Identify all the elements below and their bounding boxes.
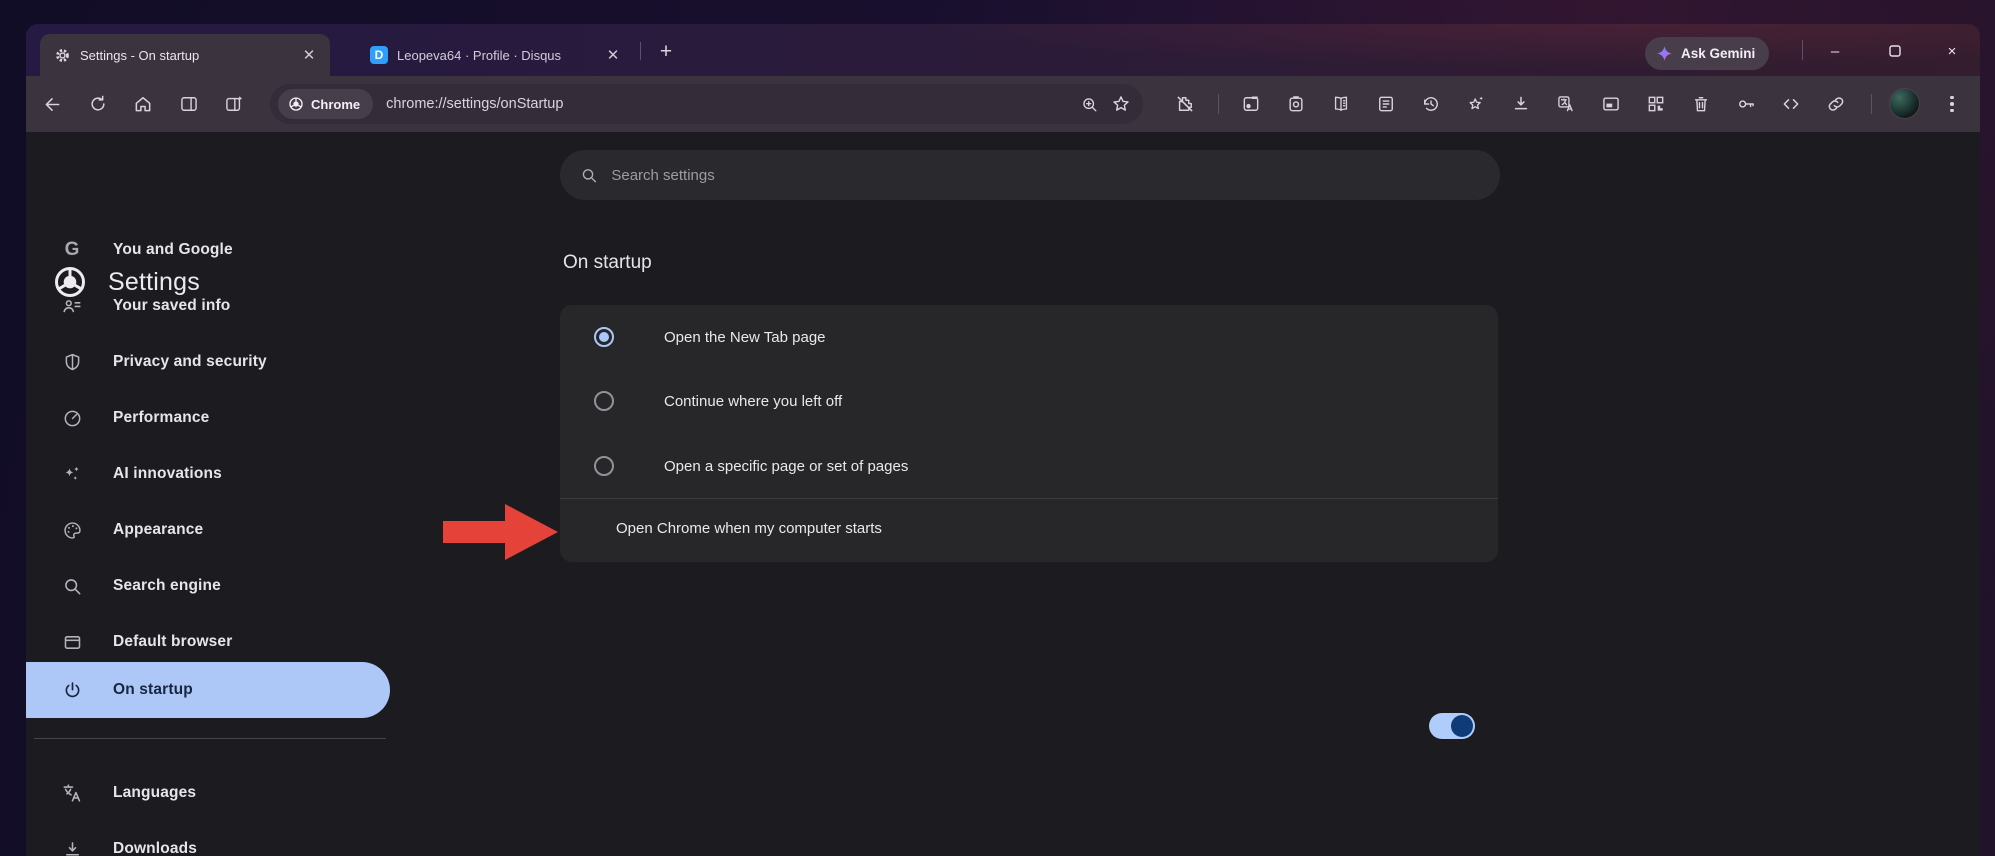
sidebar-item-search-engine[interactable]: Search engine <box>26 558 390 614</box>
tab-settings[interactable]: Settings - On startup ✕ <box>40 34 330 76</box>
toolbar-divider <box>1871 94 1872 114</box>
back-icon[interactable] <box>34 86 70 122</box>
disqus-icon: D <box>370 46 388 64</box>
toggle-on[interactable] <box>1429 713 1475 739</box>
sidebar-item-on-startup[interactable]: On startup <box>26 662 390 718</box>
delete-icon[interactable] <box>1683 86 1719 122</box>
gear-icon <box>54 47 71 64</box>
reading-list-icon[interactable] <box>1323 86 1359 122</box>
ask-gemini-button[interactable]: Ask Gemini <box>1645 37 1769 70</box>
option-open-new-tab[interactable]: Open the New Tab page <box>560 309 1498 365</box>
power-icon <box>59 680 85 701</box>
startup-options-card: Open the New Tab page Continue where you… <box>560 305 1498 562</box>
sidebar-item-languages[interactable]: Languages <box>26 765 390 821</box>
section-heading: On startup <box>563 252 652 274</box>
minimize-button[interactable]: – <box>1814 34 1856 68</box>
option-open-specific-pages[interactable]: Open a specific page or set of pages <box>560 438 1498 494</box>
tab-title: Settings - On startup <box>80 48 289 63</box>
home-icon[interactable] <box>125 86 161 122</box>
tab-title: Leopeva64 · Profile · Disqus <box>397 48 593 63</box>
ai-sparkle-icon <box>59 464 85 485</box>
maximize-button[interactable] <box>1874 34 1916 68</box>
saved-info-icon <box>59 295 85 317</box>
search-icon <box>580 166 598 185</box>
download-icon <box>59 839 85 856</box>
speedometer-icon <box>59 408 85 429</box>
qr-code-icon[interactable] <box>1638 86 1674 122</box>
translate-page-icon[interactable] <box>1548 86 1584 122</box>
site-chip[interactable]: Chrome <box>278 89 373 119</box>
bookmarks-sparkle-icon[interactable] <box>1458 86 1494 122</box>
downloads-tray-icon[interactable] <box>1503 86 1539 122</box>
picture-in-picture-icon[interactable] <box>1593 86 1629 122</box>
tab-capture-icon[interactable] <box>1233 86 1269 122</box>
tab-close-icon[interactable]: ✕ <box>602 44 624 66</box>
browser-window-icon <box>59 632 85 653</box>
tab-close-icon[interactable]: ✕ <box>298 44 320 66</box>
tab-strip: Settings - On startup ✕ D Leopeva64 · Pr… <box>26 24 1980 76</box>
settings-page: Settings G You and Google Your saved inf… <box>26 132 1980 856</box>
gemini-sparkle-icon <box>1656 45 1673 62</box>
caption-divider <box>1802 40 1803 60</box>
url-text[interactable]: chrome://settings/onStartup <box>386 96 1073 112</box>
passwords-key-icon[interactable] <box>1728 86 1764 122</box>
translate-icon <box>59 782 85 804</box>
open-chrome-on-startup-row[interactable]: Open Chrome when my computer starts <box>560 499 1498 562</box>
sidebar-item-you-and-google[interactable]: G You and Google <box>26 222 390 278</box>
option-continue-where-left-off[interactable]: Continue where you left off <box>560 373 1498 429</box>
radio-checked-icon[interactable] <box>594 327 614 347</box>
site-chip-label: Chrome <box>311 97 360 112</box>
screenshot-icon[interactable] <box>1278 86 1314 122</box>
red-arrow-annotation <box>443 504 558 560</box>
toolbar-divider <box>1218 94 1219 114</box>
sidebar-item-privacy[interactable]: Privacy and security <box>26 334 390 390</box>
search-icon <box>59 576 85 597</box>
search-settings-field[interactable] <box>560 150 1500 200</box>
dev-code-icon[interactable] <box>1773 86 1809 122</box>
search-settings-input[interactable] <box>611 167 1480 184</box>
sidebar-item-downloads[interactable]: Downloads <box>26 821 390 856</box>
reload-icon[interactable] <box>80 86 116 122</box>
browser-window: Settings - On startup ✕ D Leopeva64 · Pr… <box>26 24 1980 856</box>
side-panel-sparkle-icon[interactable] <box>216 86 252 122</box>
google-g-icon: G <box>59 239 85 261</box>
kebab-menu-icon[interactable] <box>1934 86 1970 122</box>
link-icon[interactable] <box>1818 86 1854 122</box>
new-tab-button[interactable]: + <box>650 36 682 68</box>
ask-gemini-label: Ask Gemini <box>1681 46 1755 61</box>
history-icon[interactable] <box>1413 86 1449 122</box>
close-button[interactable]: × <box>1931 34 1973 68</box>
palette-icon <box>59 520 85 541</box>
bookmark-star-icon[interactable] <box>1105 88 1137 120</box>
chrome-logo-icon <box>288 96 304 112</box>
radio-unchecked-icon[interactable] <box>594 456 614 476</box>
sidebar-item-performance[interactable]: Performance <box>26 390 390 446</box>
extensions-off-icon[interactable] <box>1167 86 1203 122</box>
profile-avatar[interactable] <box>1889 88 1920 119</box>
address-bar[interactable]: Chrome chrome://settings/onStartup <box>270 84 1143 124</box>
shield-icon <box>59 352 85 373</box>
radio-unchecked-icon[interactable] <box>594 391 614 411</box>
sidebar-item-saved-info[interactable]: Your saved info <box>26 278 390 334</box>
zoom-icon[interactable] <box>1073 88 1105 120</box>
maximize-icon <box>1889 45 1901 57</box>
notes-icon[interactable] <box>1368 86 1404 122</box>
toolbar: Chrome chrome://settings/onStartup <box>26 76 1980 132</box>
tab-divider <box>640 42 641 60</box>
sidebar-divider <box>34 738 386 739</box>
side-panel-icon[interactable] <box>171 86 207 122</box>
sidebar-item-appearance[interactable]: Appearance <box>26 502 390 558</box>
tab-disqus[interactable]: D Leopeva64 · Profile · Disqus ✕ <box>356 34 634 76</box>
sidebar-item-ai-innovations[interactable]: AI innovations <box>26 446 390 502</box>
